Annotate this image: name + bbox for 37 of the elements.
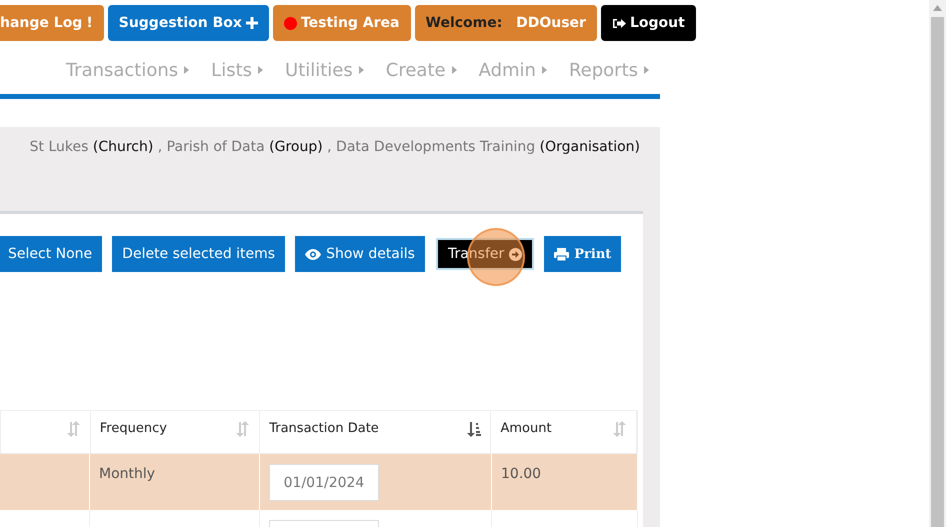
- table-cell: 10.00: [501, 466, 542, 482]
- sort-descending-icon[interactable]: [467, 421, 482, 437]
- breadcrumb: St Lukes (Church) , Parish of Data (Group) , Data Developments Training (Organisation): [28, 139, 641, 157]
- caret-icon: [542, 66, 547, 74]
- column-header[interactable]: Transaction Date: [269, 421, 379, 443]
- caret-icon: [644, 66, 649, 74]
- caret-icon: [358, 66, 364, 74]
- scroll-up-icon[interactable]: [933, 5, 942, 11]
- dot-icon: [284, 16, 297, 30]
- caret-icon: [258, 66, 264, 74]
- eye-icon: [305, 248, 322, 260]
- print-button[interactable]: Print: [544, 236, 622, 272]
- action-button[interactable]: Select None: [0, 236, 102, 272]
- scroll-thumb[interactable]: [931, 17, 944, 527]
- header-button[interactable]: Testing Area: [272, 5, 410, 41]
- exclamation-icon: !: [86, 15, 93, 31]
- printer-icon: [554, 248, 570, 260]
- action-button[interactable]: Delete selected items: [112, 236, 286, 272]
- date-field[interactable]: 01/01/2024: [269, 464, 379, 501]
- scrollbar[interactable]: [929, 0, 946, 527]
- table-cell: Monthly: [99, 466, 156, 482]
- sort-icon[interactable]: [66, 421, 81, 437]
- sort-icon[interactable]: [613, 421, 627, 437]
- column-header[interactable]: Frequency: [100, 421, 167, 443]
- column-header[interactable]: Amount: [500, 421, 552, 443]
- welcome-button[interactable]: Welcome: DDOuser: [414, 5, 597, 41]
- caret-icon: [184, 66, 190, 74]
- action-button[interactable]: Show details: [295, 236, 425, 272]
- caret-icon: [452, 66, 457, 74]
- plus-icon: [246, 17, 258, 29]
- logout-icon: [612, 16, 626, 30]
- logout-button[interactable]: Logout: [600, 5, 696, 41]
- header-button[interactable]: hange Log !: [0, 5, 104, 41]
- sort-icon[interactable]: [236, 421, 250, 437]
- table-row[interactable]: Monthly 01/01/2024 10.00: [0, 454, 638, 510]
- header-button[interactable]: Suggestion Box: [108, 5, 269, 41]
- arrow-circle-icon: [509, 248, 522, 260]
